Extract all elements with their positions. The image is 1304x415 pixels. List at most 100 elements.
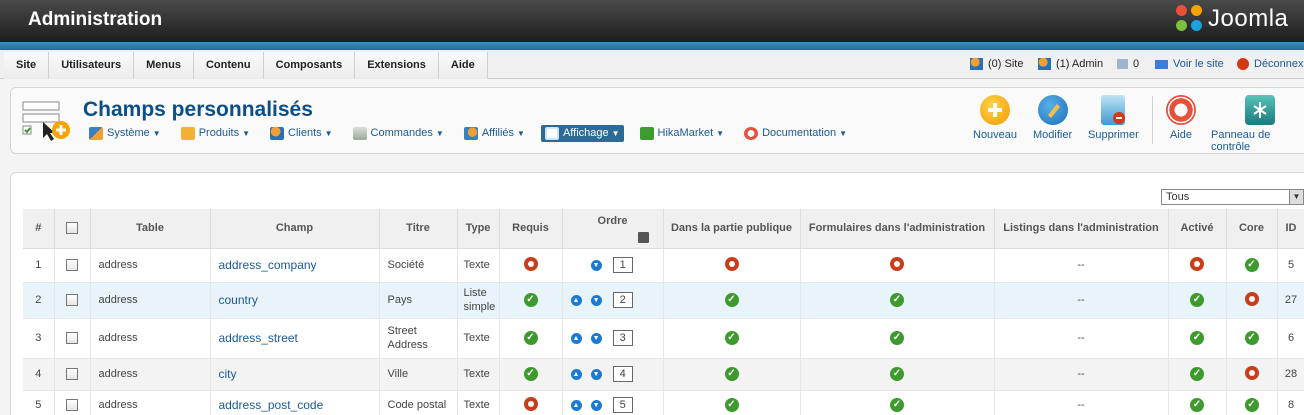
view-site-link[interactable]: Voir le site <box>1155 58 1224 70</box>
requis-check-icon[interactable]: ✓ <box>523 367 538 381</box>
col-type[interactable]: Type <box>457 209 500 249</box>
row-forms-admin: ✓ <box>800 282 995 319</box>
edit-button[interactable]: Modifier <box>1033 95 1072 141</box>
public-check-icon[interactable]: ✓ <box>724 331 739 345</box>
delete-label: Supprimer <box>1088 129 1139 141</box>
move-down-icon[interactable]: ▼ <box>590 332 602 344</box>
menu-users[interactable]: Utilisateurs <box>49 52 135 79</box>
row-champ-link[interactable]: address_post_code <box>210 390 380 415</box>
order-input[interactable]: 4 <box>612 366 633 382</box>
forms-admin-check-icon[interactable]: ✓ <box>890 331 904 345</box>
core-cross-icon[interactable] <box>1244 365 1259 380</box>
new-button[interactable]: Nouveau <box>973 95 1017 141</box>
messages-status[interactable]: 0 <box>1117 58 1139 70</box>
order-input[interactable]: 1 <box>612 257 633 273</box>
menu-components[interactable]: Composants <box>263 52 356 79</box>
row-checkbox[interactable] <box>66 332 78 345</box>
forms-admin-check-icon[interactable]: ✓ <box>890 367 904 381</box>
forms-admin-check-icon[interactable]: ✓ <box>890 398 904 412</box>
requis-check-icon[interactable]: ✓ <box>523 331 538 345</box>
core-check-icon[interactable]: ✓ <box>1244 398 1259 412</box>
move-up-icon[interactable]: ▲ <box>570 368 582 380</box>
submenu-documentation[interactable]: Documentation ▼ <box>740 125 851 142</box>
col-active[interactable]: Activé <box>1168 209 1227 249</box>
help-button[interactable]: Aide <box>1166 95 1196 141</box>
menu-menus[interactable]: Menus <box>134 52 194 79</box>
control-panel-button[interactable]: Panneau de contrôle <box>1211 95 1304 153</box>
menu-content[interactable]: Contenu <box>193 52 264 79</box>
col-champ[interactable]: Champ <box>210 209 380 249</box>
save-order-icon[interactable] <box>637 231 649 243</box>
menu-site[interactable]: Site <box>4 52 50 79</box>
row-core <box>1226 282 1278 319</box>
active-check-icon[interactable]: ✓ <box>1190 331 1204 345</box>
select-all-checkbox[interactable] <box>66 222 78 235</box>
submenu-system[interactable]: Système ▼ <box>85 125 165 142</box>
active-cross-icon[interactable] <box>1190 256 1204 271</box>
requis-cross-icon[interactable] <box>523 256 538 271</box>
col-public[interactable]: Dans la partie publique <box>663 209 801 249</box>
row-titre: Ville <box>379 358 458 391</box>
submenu-display[interactable]: Affichage ▼ <box>540 124 624 142</box>
col-forms-admin[interactable]: Formulaires dans l'administration <box>800 209 995 249</box>
col-id[interactable]: ID <box>1277 209 1304 249</box>
submenu-affiliates[interactable]: Affiliés ▼ <box>460 125 529 142</box>
move-down-icon[interactable]: ▼ <box>590 259 602 271</box>
submenu-orders[interactable]: Commandes ▼ <box>349 125 448 142</box>
core-check-icon[interactable]: ✓ <box>1244 258 1259 272</box>
public-check-icon[interactable]: ✓ <box>724 293 739 307</box>
move-down-icon[interactable]: ▼ <box>590 294 602 306</box>
col-titre[interactable]: Titre <box>379 209 458 249</box>
col-core[interactable]: Core <box>1226 209 1278 249</box>
public-check-icon[interactable]: ✓ <box>724 367 739 381</box>
core-check-icon[interactable]: ✓ <box>1244 331 1259 345</box>
col-requis[interactable]: Requis <box>499 209 563 249</box>
row-table: address <box>90 390 211 415</box>
logout-link[interactable]: Déconnexion <box>1237 58 1304 70</box>
col-table[interactable]: Table <box>90 209 211 249</box>
ordre-label[interactable]: Ordre <box>598 215 628 227</box>
public-check-icon[interactable]: ✓ <box>724 398 739 412</box>
order-input[interactable]: 3 <box>612 330 633 346</box>
move-down-icon[interactable]: ▼ <box>590 368 602 380</box>
joomla-logo[interactable]: Joomla <box>1176 5 1288 33</box>
active-check-icon[interactable]: ✓ <box>1190 367 1204 381</box>
submenu-products[interactable]: Produits ▼ <box>177 125 254 142</box>
row-checkbox[interactable] <box>66 294 78 307</box>
row-checkbox[interactable] <box>66 259 78 272</box>
menu-extensions[interactable]: Extensions <box>355 52 439 79</box>
row-checkbox[interactable] <box>66 368 78 381</box>
menu-help[interactable]: Aide <box>438 52 488 79</box>
row-ordre: ▲ ▼ 1 <box>562 248 664 283</box>
requis-check-icon[interactable]: ✓ <box>523 293 538 307</box>
requis-cross-icon[interactable] <box>523 396 538 411</box>
col-listings-admin[interactable]: Listings dans l'administration <box>994 209 1169 249</box>
forms-admin-cross-icon[interactable] <box>890 256 904 271</box>
row-champ-link[interactable]: city <box>210 358 380 391</box>
row-champ-link[interactable]: address_company <box>210 248 380 283</box>
row-champ-link[interactable]: address_street <box>210 318 380 359</box>
delete-button[interactable]: Supprimer <box>1088 95 1139 141</box>
active-check-icon[interactable]: ✓ <box>1190 398 1204 412</box>
move-up-icon[interactable]: ▲ <box>570 399 582 411</box>
active-check-icon[interactable]: ✓ <box>1190 293 1204 307</box>
order-input[interactable]: 2 <box>612 292 633 308</box>
chevron-down-icon[interactable]: ▼ <box>1289 190 1303 204</box>
row-champ-link[interactable]: country <box>210 282 380 319</box>
row-checkbox[interactable] <box>66 399 78 412</box>
submenu-label: Documentation <box>762 127 837 139</box>
row-type: Texte <box>457 248 500 283</box>
move-up-icon[interactable]: ▲ <box>570 332 582 344</box>
order-input[interactable]: 5 <box>612 397 633 413</box>
move-down-icon[interactable]: ▼ <box>590 399 602 411</box>
public-cross-icon[interactable] <box>724 256 739 271</box>
site-users-status[interactable]: (0) Site <box>970 58 1023 70</box>
move-up-icon[interactable]: ▲ <box>570 294 582 306</box>
filter-select[interactable]: Tous ▼ <box>1161 189 1304 205</box>
core-cross-icon[interactable] <box>1244 291 1259 306</box>
row-id: 5 <box>1277 248 1304 283</box>
admin-users-status[interactable]: (1) Admin <box>1038 58 1103 70</box>
submenu-hikamarket[interactable]: HikaMarket ▼ <box>636 125 729 142</box>
submenu-clients[interactable]: Clients ▼ <box>266 125 337 142</box>
forms-admin-check-icon[interactable]: ✓ <box>890 293 904 307</box>
